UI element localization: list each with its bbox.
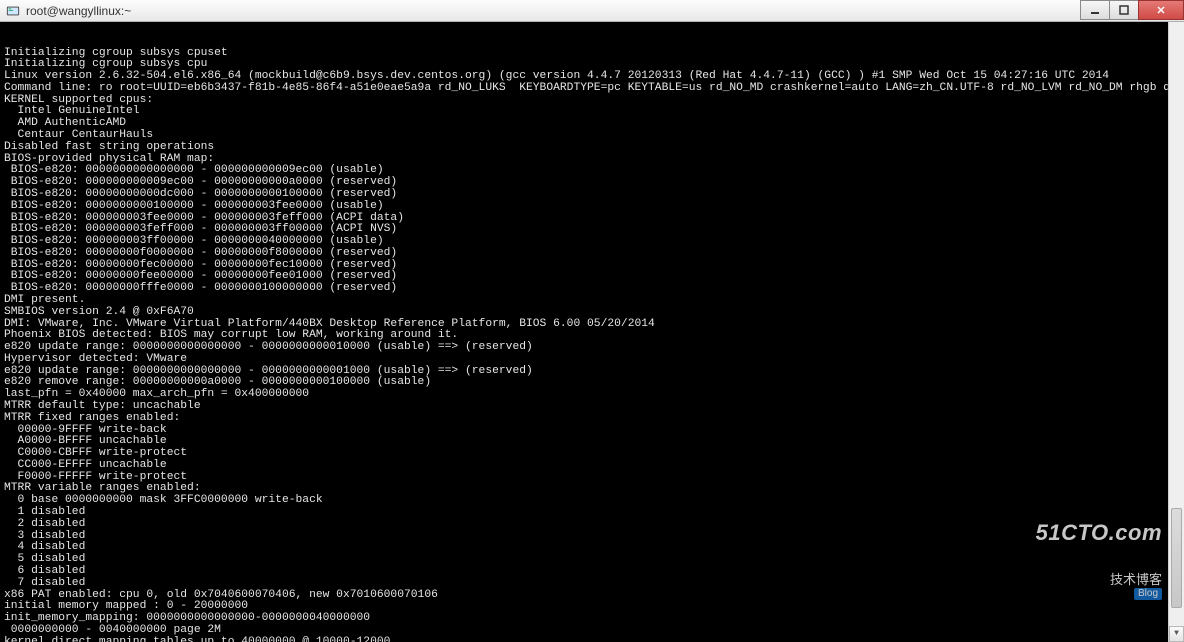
terminal-line: 6 disabled	[4, 566, 1180, 578]
window-title: root@wangyllinux:~	[26, 4, 131, 18]
terminal-line: 7 disabled	[4, 578, 1180, 590]
terminal-line: Intel GenuineIntel	[4, 106, 1180, 118]
terminal-line: 0 base 0000000000 mask 3FFC0000000 write…	[4, 495, 1180, 507]
maximize-button[interactable]	[1109, 0, 1139, 20]
terminal-line: 0000000000 - 0040000000 page 2M	[4, 625, 1180, 637]
terminal-line: SMBIOS version 2.4 @ 0xF6A70	[4, 307, 1180, 319]
terminal-line: DMI present.	[4, 295, 1180, 307]
scroll-track[interactable]	[1169, 38, 1184, 626]
terminal-line: 5 disabled	[4, 554, 1180, 566]
terminal-line: BIOS-e820: 0000000000100000 - 000000003f…	[4, 201, 1180, 213]
window-buttons	[1081, 0, 1184, 22]
close-button[interactable]	[1138, 0, 1184, 20]
terminal-line: C0000-CBFFF write-protect	[4, 448, 1180, 460]
terminal-lines: Initializing cgroup subsys cpusetInitial…	[4, 48, 1180, 642]
terminal-line: 1 disabled	[4, 507, 1180, 519]
terminal-line: 3 disabled	[4, 531, 1180, 543]
terminal-line: MTRR default type: uncachable	[4, 401, 1180, 413]
minimize-button[interactable]	[1080, 0, 1110, 20]
terminal-line: KERNEL supported cpus:	[4, 95, 1180, 107]
scroll-down-button[interactable]: ▼	[1169, 626, 1184, 642]
terminal-line: 4 disabled	[4, 542, 1180, 554]
scrollbar[interactable]: ▲ ▼	[1168, 22, 1184, 642]
terminal-line: BIOS-e820: 00000000f0000000 - 00000000f8…	[4, 248, 1180, 260]
terminal-line: Command line: ro root=UUID=eb6b3437-f81b…	[4, 83, 1180, 95]
window-titlebar: root@wangyllinux:~	[0, 0, 1184, 22]
terminal-line: CC000-EFFFF uncachable	[4, 460, 1180, 472]
terminal-line: 2 disabled	[4, 519, 1180, 531]
terminal-output[interactable]: Initializing cgroup subsys cpusetInitial…	[0, 22, 1184, 642]
terminal-line: MTRR fixed ranges enabled:	[4, 413, 1180, 425]
terminal-line: Disabled fast string operations	[4, 142, 1180, 154]
scroll-thumb[interactable]	[1171, 508, 1182, 608]
terminal-line: AMD AuthenticAMD	[4, 118, 1180, 130]
terminal-line: BIOS-e820: 00000000fffe0000 - 0000000100…	[4, 283, 1180, 295]
app-icon	[6, 4, 20, 18]
terminal-line: BIOS-e820: 00000000000dc000 - 0000000000…	[4, 189, 1180, 201]
terminal-line: Hypervisor detected: VMware	[4, 354, 1180, 366]
terminal-line: kernel direct mapping tables up to 40000…	[4, 637, 1180, 642]
terminal-line: 00000-9FFFF write-back	[4, 425, 1180, 437]
